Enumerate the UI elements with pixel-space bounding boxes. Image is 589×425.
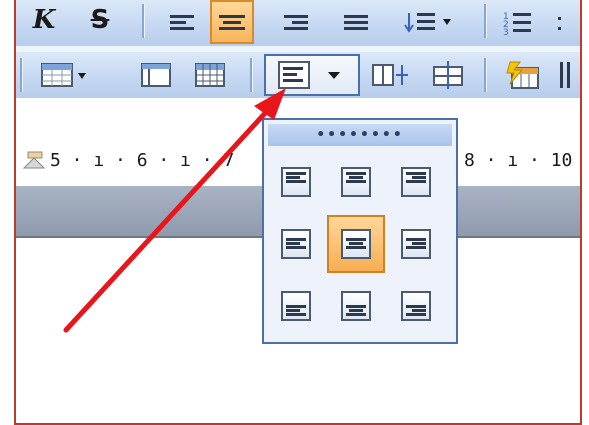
align-cell-middle-right[interactable] bbox=[396, 224, 436, 264]
cell-alignment-palette: •••••••• bbox=[262, 118, 458, 344]
align-cell-middle-left[interactable] bbox=[276, 224, 316, 264]
table-icon bbox=[41, 63, 86, 87]
more-icon bbox=[558, 17, 561, 30]
align-bottom-center-icon bbox=[341, 291, 371, 321]
formatting-toolbar: K S 1 2 3 bbox=[16, 0, 580, 47]
ruler-right-markings: 8 · ı · 10 bbox=[464, 150, 573, 171]
align-middle-left-icon bbox=[281, 229, 311, 259]
svg-text:3: 3 bbox=[503, 28, 509, 37]
align-center-icon bbox=[219, 14, 245, 30]
align-left-icon bbox=[170, 14, 194, 30]
toolbar-overflow[interactable] bbox=[552, 4, 568, 40]
cell-alignment-button[interactable] bbox=[264, 54, 360, 96]
align-bottom-left-icon bbox=[281, 291, 311, 321]
align-cell-top-center[interactable] bbox=[336, 162, 376, 202]
table-properties-button[interactable] bbox=[136, 58, 176, 92]
table-borders-button[interactable] bbox=[38, 58, 94, 92]
toolbar-separator bbox=[484, 4, 487, 38]
text-direction-icon bbox=[560, 62, 570, 88]
table-autoformat-button[interactable] bbox=[502, 58, 546, 92]
align-cell-middle-center[interactable] bbox=[327, 215, 385, 273]
ruler-left-markings: 5 · ı · 6 · ı · 7 bbox=[50, 150, 235, 171]
strikethrough-label: S bbox=[90, 5, 110, 35]
align-cell-bottom-left[interactable] bbox=[276, 286, 316, 326]
align-right-icon bbox=[284, 14, 308, 30]
align-cell-bottom-right[interactable] bbox=[396, 286, 436, 326]
distribute-rows-icon bbox=[433, 61, 463, 89]
align-cell-top-right[interactable] bbox=[396, 162, 436, 202]
toolbar-separator bbox=[142, 4, 145, 38]
line-spacing-icon bbox=[404, 13, 451, 33]
cell-alignment-icon bbox=[278, 61, 310, 89]
align-middle-right-icon bbox=[401, 229, 431, 259]
numbered-list-icon: 1 2 3 bbox=[503, 12, 531, 37]
align-cell-top-left[interactable] bbox=[276, 162, 316, 202]
toolbar-separator bbox=[20, 58, 23, 92]
table-borders-icon bbox=[141, 63, 171, 87]
numbering-button[interactable]: 1 2 3 bbox=[498, 4, 538, 40]
tables-borders-toolbar bbox=[16, 52, 580, 98]
italic-label: K bbox=[32, 5, 56, 35]
autoformat-icon bbox=[506, 61, 539, 89]
align-middle-center-icon bbox=[341, 229, 371, 259]
insert-table-button[interactable] bbox=[190, 58, 230, 92]
palette-grip[interactable]: •••••••• bbox=[268, 124, 452, 146]
distribute-columns-button[interactable] bbox=[368, 58, 412, 92]
align-left-button[interactable] bbox=[164, 4, 200, 40]
align-top-right-icon bbox=[401, 167, 431, 197]
align-center-button[interactable] bbox=[210, 0, 254, 44]
distribute-columns-icon bbox=[372, 64, 408, 86]
indent-marker-icon bbox=[22, 151, 46, 169]
align-cell-bottom-center[interactable] bbox=[336, 286, 376, 326]
chevron-down-icon bbox=[328, 72, 340, 79]
insert-table-icon bbox=[195, 63, 225, 87]
line-spacing-button[interactable] bbox=[398, 4, 460, 40]
align-right-button[interactable] bbox=[278, 4, 314, 40]
align-bottom-right-icon bbox=[401, 291, 431, 321]
text-direction-button[interactable] bbox=[554, 58, 578, 92]
toolbar-separator bbox=[484, 58, 487, 92]
justify-button[interactable] bbox=[338, 4, 374, 40]
align-top-left-icon bbox=[281, 167, 311, 197]
strikethrough-button[interactable]: S bbox=[82, 2, 118, 38]
align-top-center-icon bbox=[341, 167, 371, 197]
justify-icon bbox=[344, 14, 368, 30]
italic-button[interactable]: K bbox=[26, 2, 62, 38]
toolbar-separator bbox=[250, 58, 253, 92]
distribute-rows-button[interactable] bbox=[426, 58, 470, 92]
